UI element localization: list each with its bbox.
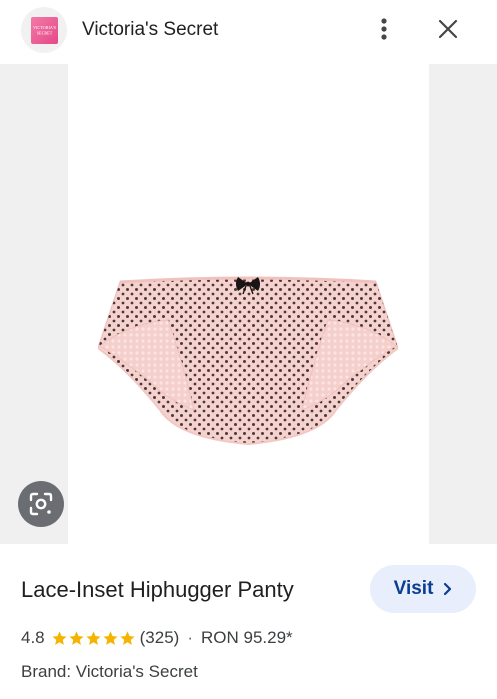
price: RON 95.29* — [201, 628, 293, 647]
more-options-icon[interactable] — [370, 14, 398, 44]
brand-label: Brand: Victoria's Secret — [21, 662, 198, 681]
product-image-area[interactable] — [0, 64, 497, 544]
svg-text:SECRET: SECRET — [36, 30, 52, 35]
separator: · — [187, 628, 193, 647]
svg-text:VICTORIA'S: VICTORIA'S — [32, 25, 56, 30]
visit-button[interactable]: Visit — [370, 565, 476, 613]
product-photo — [98, 276, 398, 446]
star-icon — [103, 630, 118, 645]
product-image[interactable] — [68, 64, 429, 544]
star-icon — [69, 630, 84, 645]
lens-search-icon[interactable] — [18, 481, 64, 527]
product-title[interactable]: Lace-Inset Hiphugger Panty — [21, 576, 294, 604]
product-info: Lace-Inset Hiphugger Panty Visit 4.8 (32… — [0, 544, 497, 699]
star-icon — [86, 630, 101, 645]
star-icon — [120, 630, 135, 645]
rating-value: 4.8 — [21, 628, 45, 647]
review-count[interactable]: (325) — [140, 628, 180, 648]
star-icon — [52, 630, 67, 645]
visit-label: Visit — [393, 578, 434, 599]
chevron-right-icon — [444, 582, 452, 596]
star-rating — [51, 630, 136, 647]
close-icon[interactable] — [433, 14, 463, 44]
rating-row: 4.8 (325) · RON 95.29* — [21, 627, 293, 649]
site-name: Victoria's Secret — [82, 19, 219, 40]
victorias-secret-logo-icon: VICTORIA'S SECRET — [30, 16, 58, 44]
header-bar: VICTORIA'S SECRET Victoria's Secret — [0, 0, 497, 60]
site-logo[interactable]: VICTORIA'S SECRET — [21, 7, 67, 53]
